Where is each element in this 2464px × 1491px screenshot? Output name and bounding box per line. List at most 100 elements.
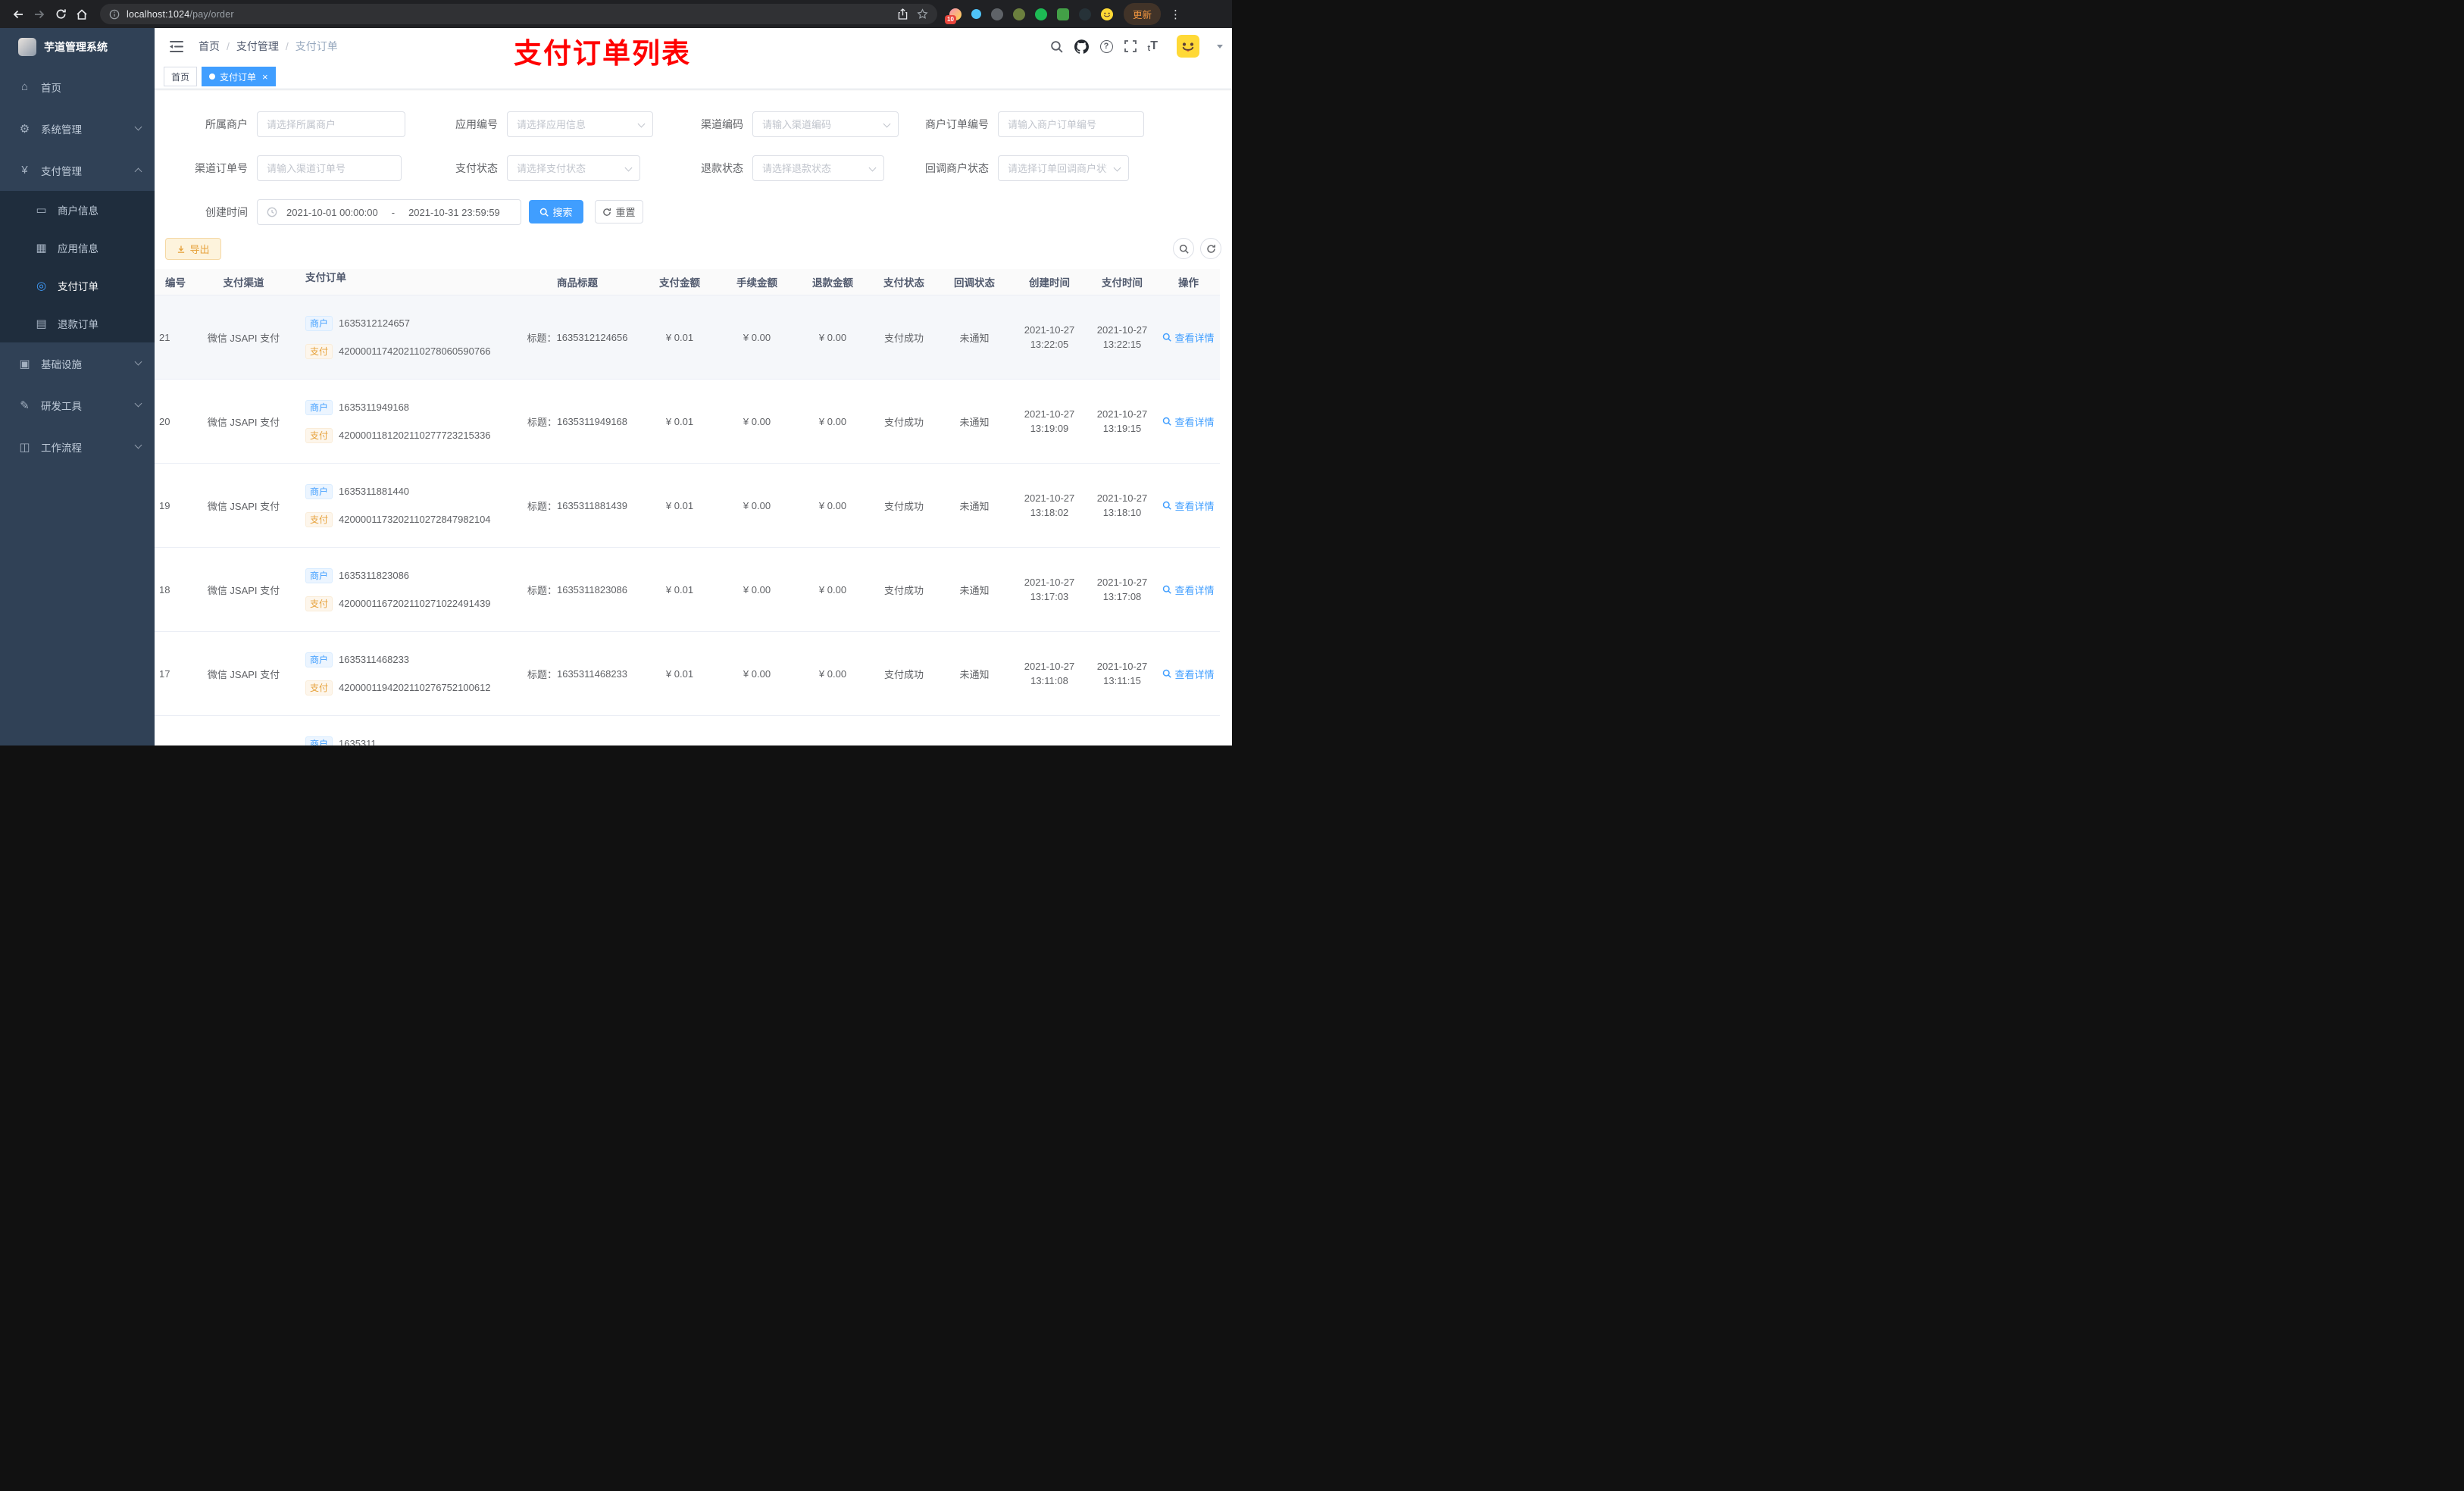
view-detail-link[interactable]: 查看详情 [1157,464,1220,547]
reset-button[interactable]: 重置 [595,200,643,223]
table-row[interactable]: 19 微信 JSAPI 支付 商户 1635311881440 支付 42000… [155,464,1220,548]
github-icon[interactable] [1074,39,1089,54]
col-header-notify-status: 回调状态 [954,277,995,289]
show-search-toggle-icon[interactable] [1173,238,1194,259]
sidebar-item-workflow[interactable]: ◫ 工作流程 [0,426,155,467]
view-detail-link[interactable]: 查看详情 [1157,632,1220,715]
user-dropdown-caret-icon[interactable] [1217,44,1223,48]
extension-icon[interactable] [1079,8,1091,20]
view-detail-link[interactable]: 查看详情 [1157,716,1220,746]
payment-submenu: ▭ 商户信息 ▦ 应用信息 ◎ 支付订单 ▤ 退款订单 [0,191,155,342]
bookmark-star-icon[interactable] [917,8,928,20]
breadcrumb-home[interactable]: 首页 [199,39,220,54]
app-no-select[interactable] [507,111,653,137]
col-header-pay-status: 支付状态 [883,277,924,289]
address-bar[interactable]: localhost:1024/pay/order [100,4,937,24]
table-row[interactable]: 20 微信 JSAPI 支付 商户 1635311949168 支付 42000… [155,380,1220,464]
table-row[interactable]: 21 微信 JSAPI 支付 商户 1635312124657 支付 42000… [155,295,1220,380]
cell-fee-amount: ¥ 0.00 [743,415,771,427]
merchant-order-no: 1635311881440 [339,486,410,497]
extension-icon[interactable]: 10 [945,8,962,24]
user-avatar[interactable] [1177,35,1199,58]
site-info-icon[interactable] [109,9,120,20]
refund-status-select[interactable] [752,155,884,181]
cell-create-time [1012,716,1087,746]
app-title: 芋道管理系统 [44,41,108,53]
reload-icon[interactable] [50,4,71,25]
cell-pay-status: 支付成功 [883,332,924,344]
merchant-order-no-input[interactable] [998,111,1144,137]
pay-badge: 支付 [305,343,333,359]
help-icon[interactable]: ? [1099,39,1113,53]
cell-fee-amount: ¥ 0.00 [743,331,771,343]
channel-order-no-input[interactable] [257,155,402,181]
browser-update-button[interactable]: 更新 [1124,3,1162,25]
sidebar-item-home[interactable]: ⌂ 首页 [0,66,155,108]
pay-status-select[interactable] [507,155,640,181]
filter-label-channel-code: 渠道编码 [701,118,743,130]
cell-title: 标题： 1635311468233 [527,667,628,680]
cell-channel: 微信 JSAPI 支付 [207,416,280,428]
browser-menu-icon[interactable]: ⋮ [1167,8,1184,21]
sidebar-item-app-info[interactable]: ▦ 应用信息 [0,229,155,267]
date-separator: - [391,206,396,218]
breadcrumb-payment[interactable]: 支付管理 [236,39,279,54]
view-detail-link[interactable]: 查看详情 [1157,295,1220,379]
tool-icon: ✎ [20,399,30,412]
avatar-extension-icon[interactable] [1101,8,1113,20]
notify-status-select[interactable] [998,155,1129,181]
card-icon: ▭ [36,204,47,217]
cell-no: 19 [159,499,170,511]
cell-title: 标题： 1635312124656 [527,331,628,344]
cell-pay-status: 支付成功 [883,500,924,512]
table-row[interactable]: 18 微信 JSAPI 支付 商户 1635311823086 支付 42000… [155,548,1220,632]
channel-order-no: 4200001181202110277723215336 [339,430,491,441]
cell-no: 20 [159,415,170,427]
pay-badge: 支付 [305,680,333,695]
extension-icon[interactable] [991,8,1003,20]
share-icon[interactable] [898,8,908,20]
cell-fee-amount: ¥ 0.00 [743,499,771,511]
app-logo[interactable]: 芋道管理系统 [0,28,155,66]
sidebar-item-pay-order[interactable]: ◎ 支付订单 [0,267,155,305]
cell-pay-status: 支付成功 [883,416,924,428]
search-icon[interactable] [1050,40,1063,53]
cell-pay-time: 2021-10-27 13:22:15 [1096,324,1148,350]
font-size-icon[interactable]: tT [1148,39,1158,53]
menu-fold-icon[interactable] [167,38,186,55]
home-icon[interactable] [71,4,92,25]
sidebar-item-devtools[interactable]: ✎ 研发工具 [0,384,155,426]
extension-icon[interactable] [1057,8,1069,20]
sidebar-item-system[interactable]: ⚙ 系统管理 [0,108,155,149]
view-detail-link[interactable]: 查看详情 [1157,548,1220,631]
export-button[interactable]: 导出 [165,238,221,260]
close-icon[interactable]: × [262,72,268,82]
view-detail-link[interactable]: 查看详情 [1157,380,1220,463]
table-row[interactable]: 17 微信 JSAPI 支付 商户 1635311468233 支付 42000… [155,632,1220,716]
search-button[interactable]: 搜索 [529,200,583,223]
tag-pay-order[interactable]: 支付订单 × [202,67,276,86]
cell-title: 标题： 1635311823086 [527,583,628,596]
col-header-pay-amount: 支付金额 [659,277,700,289]
extension-icon[interactable] [971,9,981,19]
merchant-filter-input[interactable] [257,111,405,137]
cell-pay-time: 2021-10-27 13:17:08 [1096,577,1148,602]
merchant-order-no: 1635311823086 [339,570,410,581]
sidebar-item-refund-order[interactable]: ▤ 退款订单 [0,305,155,342]
channel-code-select[interactable] [752,111,899,137]
fullscreen-icon[interactable] [1124,40,1137,52]
extensions-area: 10 [945,8,1113,24]
back-icon[interactable] [8,4,29,25]
sidebar-item-infra[interactable]: ▣ 基础设施 [0,342,155,384]
extension-icon[interactable] [1013,8,1025,20]
refresh-icon[interactable] [1200,238,1221,259]
table-row[interactable]: 商户 1635311… 支付 标题： 查看详情 [155,716,1220,746]
tag-home[interactable]: 首页 [164,67,198,86]
forward-icon[interactable] [29,4,50,25]
extension-icon[interactable] [1035,8,1047,20]
sidebar-item-payment[interactable]: ¥ 支付管理 [0,149,155,191]
date-range-picker[interactable]: 2021-10-01 00:00:00 - 2021-10-31 23:59:5… [257,199,521,225]
tag-dot-icon [209,73,216,80]
cell-refund-amount: ¥ 0.00 [818,331,847,343]
sidebar-item-merchant-info[interactable]: ▭ 商户信息 [0,191,155,229]
